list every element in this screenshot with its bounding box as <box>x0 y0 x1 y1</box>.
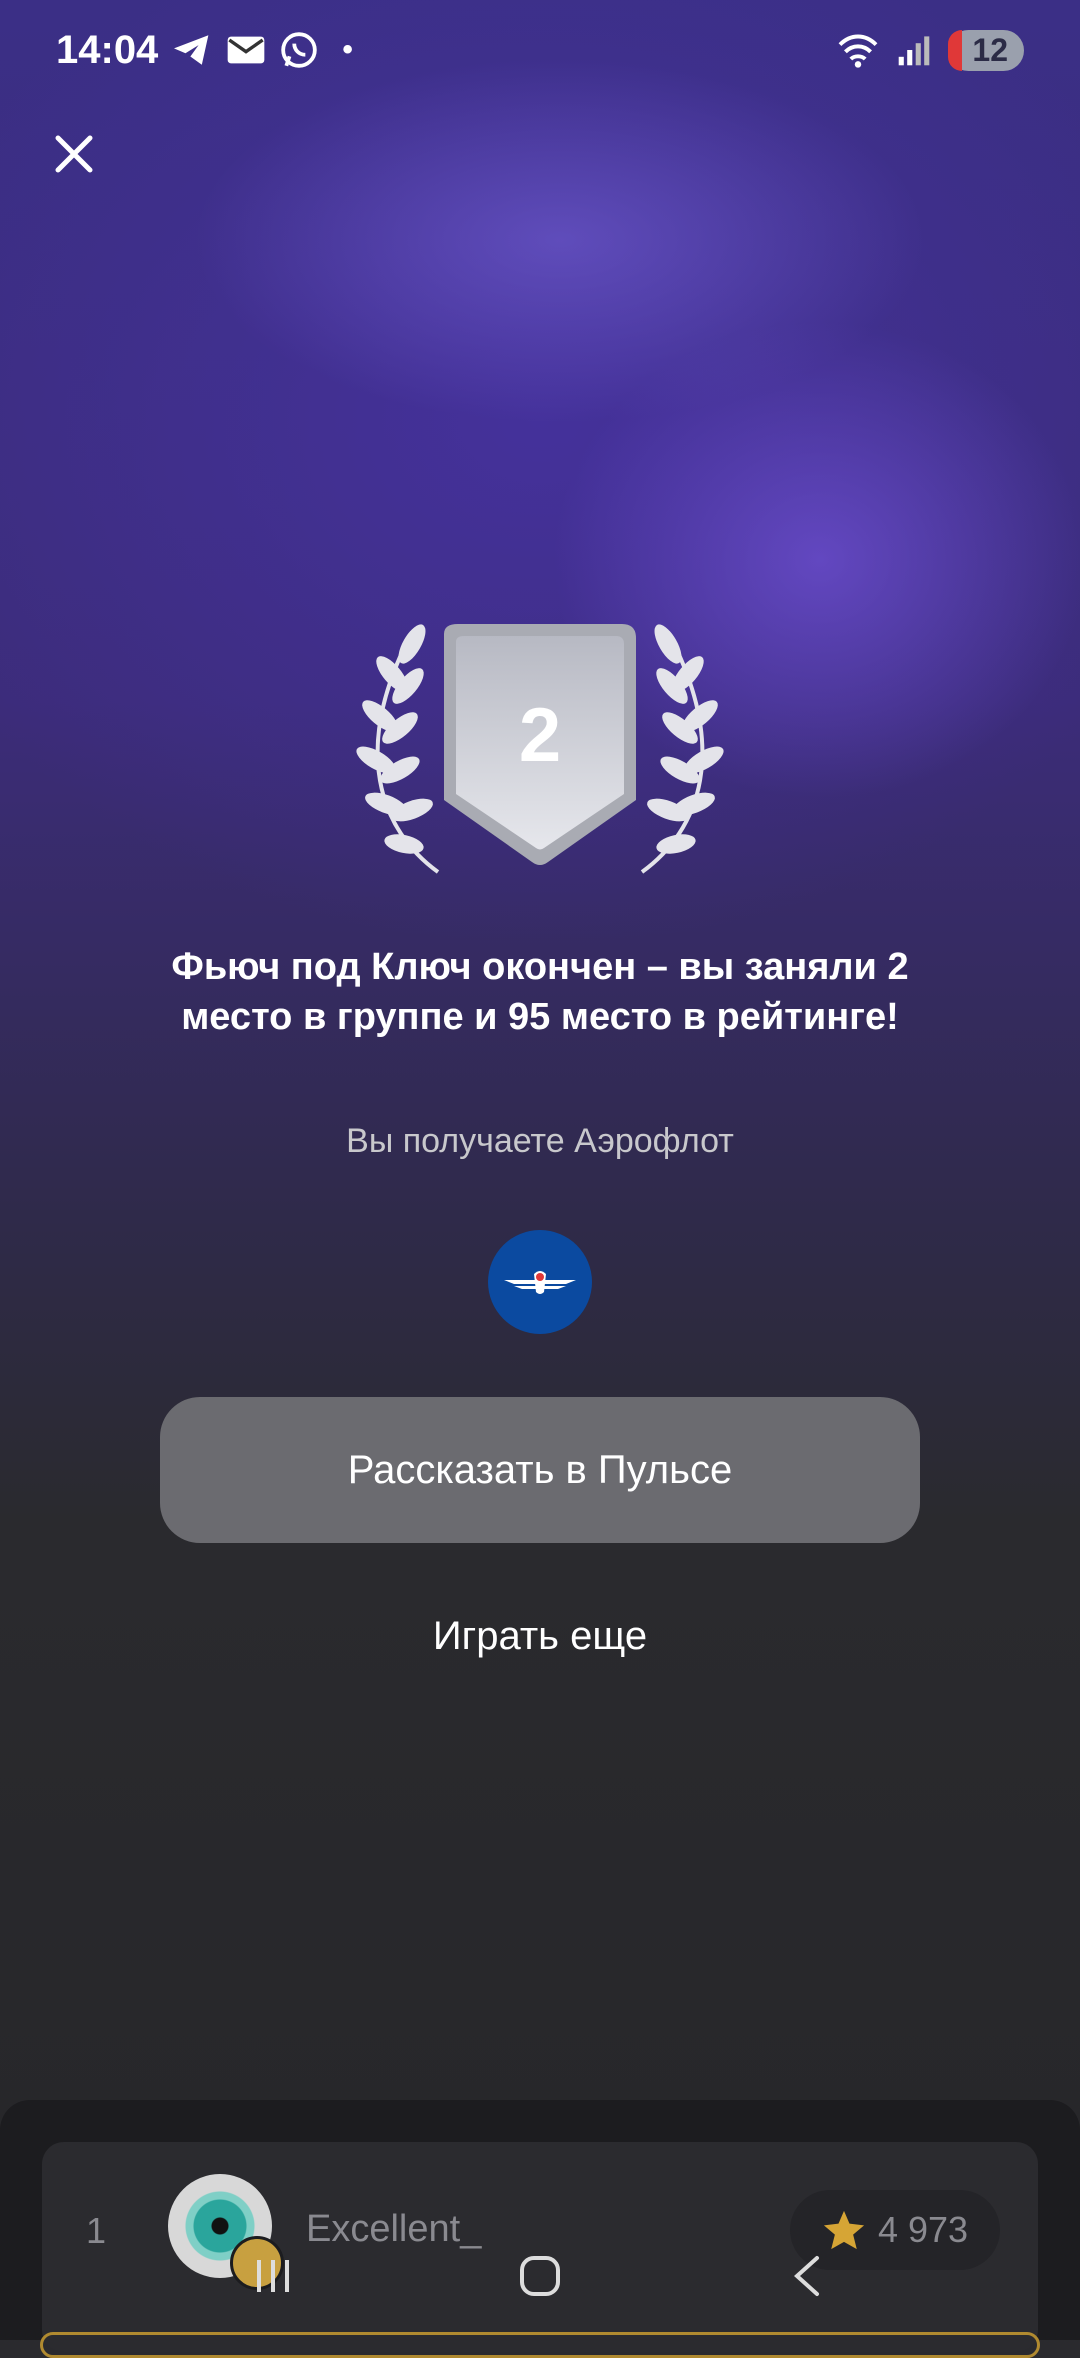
back-icon <box>793 2256 819 2296</box>
mail-icon <box>227 36 265 64</box>
battery-indicator: 12 <box>948 29 1024 71</box>
close-icon <box>55 135 93 173</box>
whatsapp-icon <box>281 32 318 68</box>
status-dot: • <box>342 33 353 66</box>
signal-icon <box>899 36 930 66</box>
system-nav-bar <box>0 2212 1080 2340</box>
home-icon <box>519 2256 560 2296</box>
status-time: 14:04 <box>56 27 159 72</box>
recent-apps-icon <box>257 2260 290 2292</box>
place-number: 2 <box>518 693 562 778</box>
reward-subtitle: Вы получаете Аэрофлот <box>346 1122 734 1160</box>
close-button[interactable] <box>46 126 102 182</box>
back-button[interactable] <box>762 2241 852 2311</box>
wifi-icon <box>839 34 878 68</box>
aeroflot-logo-icon <box>488 1230 592 1334</box>
share-in-pulse-button[interactable]: Рассказать в Пульсе <box>160 1397 920 1543</box>
home-button[interactable] <box>495 2241 585 2311</box>
result-title: Фьюч под Ключ окончен – вы заняли 2 мест… <box>171 946 909 1038</box>
next-row-edge <box>40 2332 1040 2358</box>
play-again-button[interactable]: Играть еще <box>0 1614 1080 1659</box>
place-badge: 2 <box>330 610 750 890</box>
background-gradient <box>0 0 1080 2340</box>
recent-apps-button[interactable] <box>228 2241 318 2311</box>
status-bar: 14:04 • 12 <box>0 0 1080 100</box>
telegram-icon <box>174 35 209 65</box>
